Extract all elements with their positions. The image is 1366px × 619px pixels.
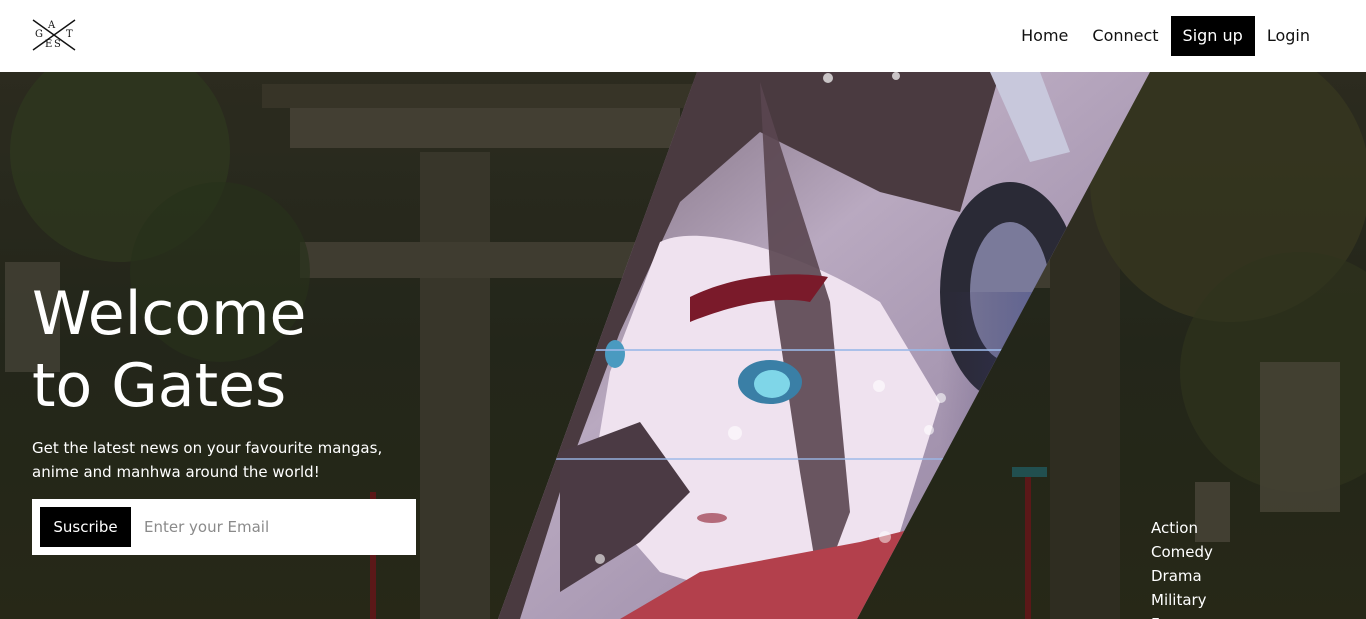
genre-comedy[interactable]: Comedy [1151, 540, 1213, 564]
logo-letter-a: A [48, 20, 56, 31]
genre-military[interactable]: Military [1151, 588, 1213, 612]
genre-partial[interactable]: F [1151, 612, 1213, 619]
hero-title-line1: Welcome [32, 279, 307, 349]
email-input[interactable] [144, 509, 404, 545]
gates-logo[interactable]: G A T E S [31, 18, 77, 52]
main-nav: Home Connect Sign up Login [1009, 16, 1322, 56]
genre-drama[interactable]: Drama [1151, 564, 1213, 588]
nav-home[interactable]: Home [1009, 16, 1080, 56]
genre-action[interactable]: Action [1151, 516, 1213, 540]
signup-button[interactable]: Sign up [1170, 16, 1255, 56]
logo-letter-s: S [54, 39, 61, 50]
nav-connect[interactable]: Connect [1080, 16, 1170, 56]
logo-letter-e: E [45, 39, 53, 50]
hero-title-line2: to Gates [32, 351, 287, 421]
hero-title: Welcome to Gates [32, 278, 306, 422]
subscribe-button[interactable]: Suscribe [40, 507, 131, 547]
top-header: G A T E S Home Connect Sign up Login [0, 0, 1366, 72]
nav-login[interactable]: Login [1255, 16, 1322, 56]
logo-letter-g: G [35, 29, 43, 40]
logo-letter-t: T [66, 29, 73, 40]
subscribe-form: Suscribe [32, 499, 416, 555]
genre-list: Action Comedy Drama Military F [1151, 516, 1213, 619]
hero-subtitle: Get the latest news on your favourite ma… [32, 439, 383, 481]
